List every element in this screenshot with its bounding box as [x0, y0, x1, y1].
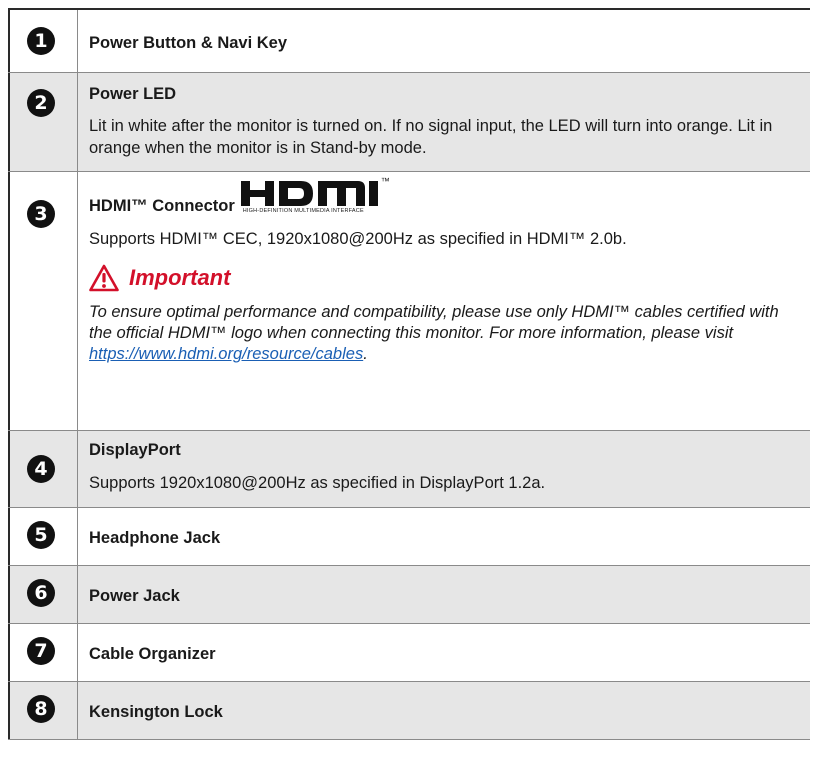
item-description: Supports HDMI™ CEC, 1920x1080@200Hz as s… [89, 230, 627, 248]
table-row: 3 HDMI™ Connector HIGH-DEFINITION MULTIM… [8, 172, 810, 431]
item-title: Power Button & Navi Key [89, 34, 288, 52]
content-cell: Power LED Lit in white after the monitor… [78, 73, 810, 171]
hdmi-title-line: HDMI™ Connector HIGH-DEFINITION MULTIMED… [89, 176, 804, 218]
important-label: Important [129, 265, 231, 290]
item-title: Kensington Lock [89, 703, 223, 721]
item-title: Power Jack [89, 587, 180, 605]
number-badge: 6 [27, 579, 55, 607]
number-badge: 1 [27, 27, 55, 55]
number-badge: 4 [27, 455, 55, 483]
table-row: 5 Headphone Jack [8, 508, 810, 566]
port-table: 1 Power Button & Navi Key 2 Power LED Li… [8, 8, 810, 740]
content-cell: DisplayPort Supports 1920x1080@200Hz as … [78, 431, 810, 507]
important-notice-header: Important [89, 264, 804, 292]
number-badge: 2 [27, 89, 55, 117]
hdmi-logo-trademark: ™ [380, 176, 390, 186]
item-description: Supports 1920x1080@200Hz as specified in… [89, 474, 546, 492]
content-cell: Cable Organizer [78, 624, 810, 681]
hdmi-logo-subtitle: HIGH-DEFINITION MULTIMEDIA INTERFACE [242, 208, 364, 214]
table-row: 4 DisplayPort Supports 1920x1080@200Hz a… [8, 431, 810, 508]
hdmi-wordmark-icon [240, 181, 378, 206]
warning-icon [89, 264, 119, 292]
table-row: 6 Power Jack [8, 566, 810, 624]
table-row: 8 Kensington Lock [8, 682, 810, 740]
table-row: 7 Cable Organizer [8, 624, 810, 682]
content-cell: Power Jack [78, 566, 810, 623]
item-title: HDMI™ Connector [89, 197, 235, 215]
content-cell: Kensington Lock [78, 682, 810, 739]
number-cell: 1 [8, 10, 78, 72]
hdmi-cables-link[interactable]: https://www.hdmi.org/resource/cables [89, 345, 363, 363]
number-badge: 7 [27, 637, 55, 665]
number-badge: 8 [27, 695, 55, 723]
number-badge: 3 [27, 200, 55, 228]
item-title: Power LED [89, 85, 177, 103]
number-cell: 3 [8, 172, 78, 430]
number-badge: 5 [27, 521, 55, 549]
number-cell: 5 [8, 508, 78, 565]
item-description: Lit in white after the monitor is turned… [89, 117, 773, 157]
number-cell: 4 [8, 431, 78, 507]
table-row: 1 Power Button & Navi Key [8, 10, 810, 73]
item-title: DisplayPort [89, 441, 181, 459]
item-title: Headphone Jack [89, 529, 221, 547]
number-cell: 2 [8, 73, 78, 171]
number-cell: 6 [8, 566, 78, 623]
number-cell: 8 [8, 682, 78, 739]
important-text: To ensure optimal performance and compat… [89, 302, 804, 365]
content-cell: Power Button & Navi Key [78, 10, 810, 72]
important-tail: . [363, 345, 368, 363]
content-cell: Headphone Jack [78, 508, 810, 565]
important-body: To ensure optimal performance and compat… [89, 303, 779, 342]
item-title: Cable Organizer [89, 645, 216, 663]
hdmi-logo: HIGH-DEFINITION MULTIMEDIA INTERFACE ™ [239, 176, 395, 218]
table-row: 2 Power LED Lit in white after the monit… [8, 73, 810, 172]
number-cell: 7 [8, 624, 78, 681]
content-cell: HDMI™ Connector HIGH-DEFINITION MULTIMED… [78, 172, 810, 430]
